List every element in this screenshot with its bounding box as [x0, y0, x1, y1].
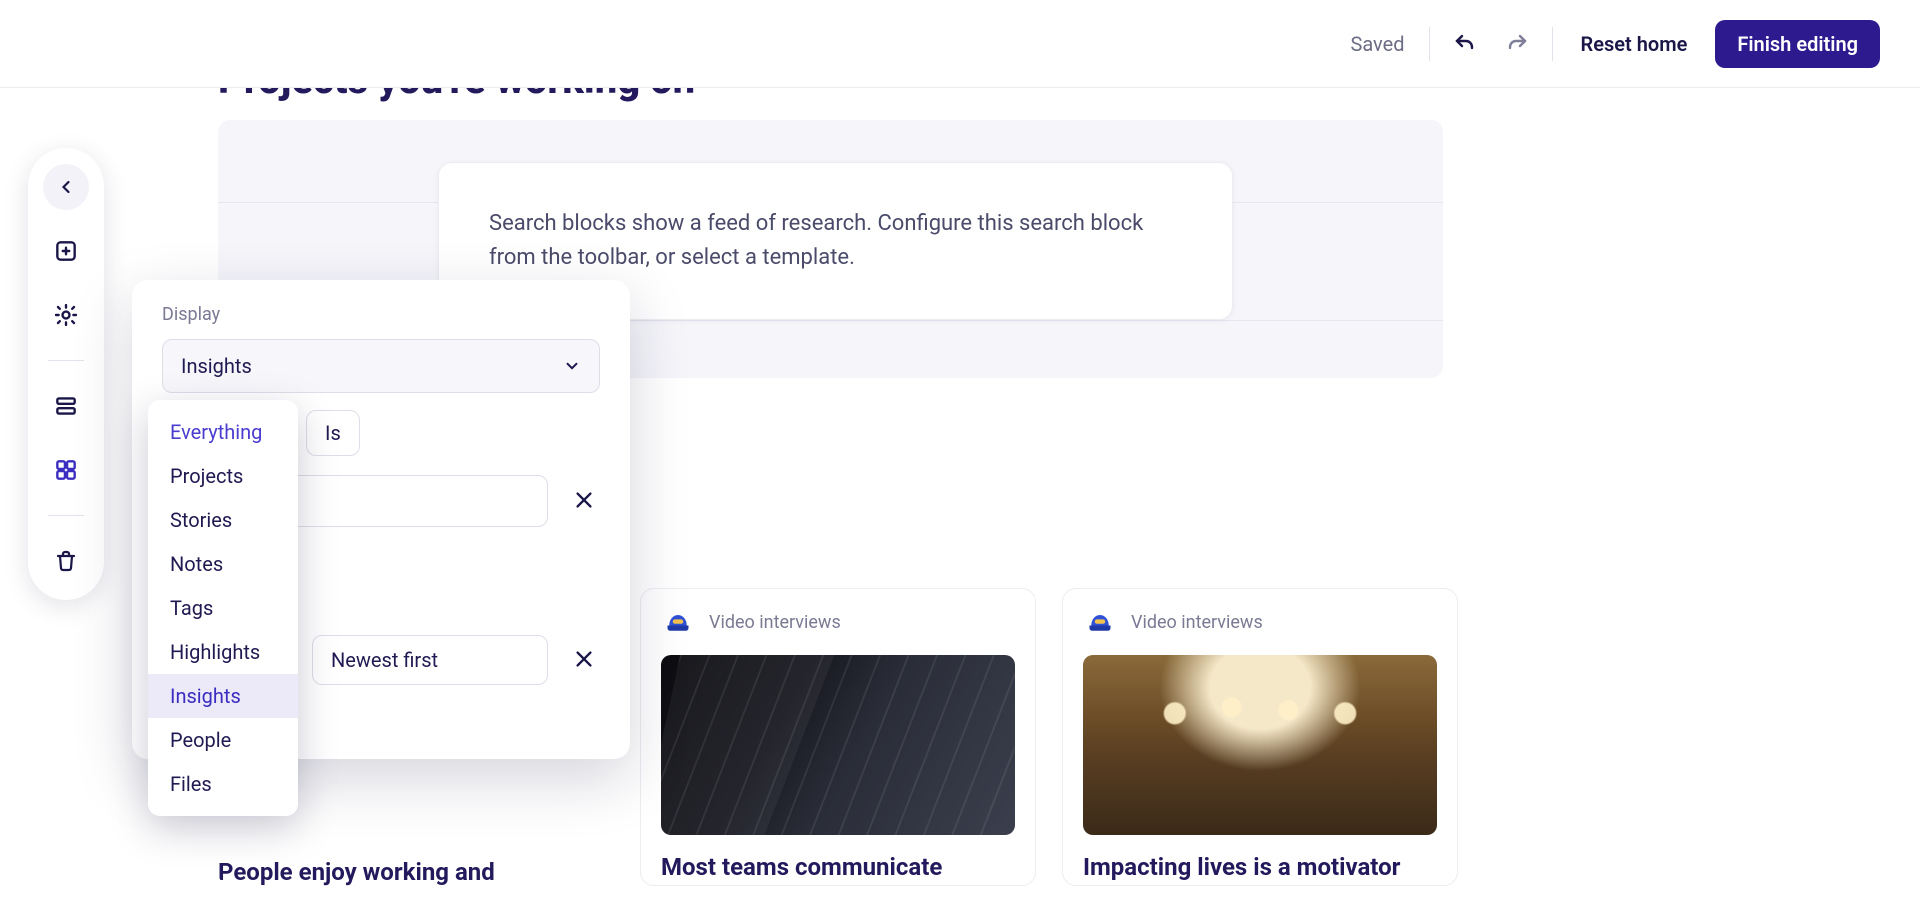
close-icon	[573, 489, 595, 511]
filter-operator-pill[interactable]: Is	[306, 410, 360, 456]
arrow-left-icon	[56, 177, 76, 197]
gear-icon	[53, 302, 79, 328]
topbar: Saved Reset home Finish editing	[0, 0, 1920, 88]
undo-icon	[1453, 32, 1477, 56]
floating-toolbar	[28, 148, 104, 600]
trash-icon	[54, 549, 78, 573]
dropdown-item-highlights[interactable]: Highlights	[148, 630, 298, 674]
project-badge	[661, 605, 695, 639]
toolbar-divider	[48, 515, 84, 516]
help-text: Search blocks show a feed of research. C…	[489, 207, 1182, 275]
sort-order-select[interactable]: Newest first	[312, 635, 548, 685]
toolbar-layout-rows-button[interactable]	[43, 383, 89, 429]
card-category: Video interviews	[709, 612, 841, 633]
card-title: People enjoy working and	[218, 858, 614, 886]
insight-card[interactable]: Video interviews Most teams communicate	[640, 588, 1036, 886]
dropdown-item-stories[interactable]: Stories	[148, 498, 298, 542]
chevron-down-icon	[563, 357, 581, 375]
project-badge	[1083, 605, 1117, 639]
redo-button[interactable]	[1500, 27, 1534, 61]
toolbar-back-button[interactable]	[43, 164, 89, 210]
dropdown-item-people[interactable]: People	[148, 718, 298, 762]
dropdown-item-insights[interactable]: Insights	[148, 674, 298, 718]
dropdown-item-notes[interactable]: Notes	[148, 542, 298, 586]
add-block-icon	[53, 238, 79, 264]
card-title: Most teams communicate	[661, 853, 1015, 881]
saved-status: Saved	[1350, 32, 1404, 56]
card-thumbnail	[661, 655, 1015, 835]
display-dropdown-menu: Everything Projects Stories Notes Tags H…	[148, 400, 298, 816]
toolbar-delete-button[interactable]	[43, 538, 89, 584]
divider	[1552, 27, 1553, 61]
toolbar-settings-button[interactable]	[43, 292, 89, 338]
redo-icon	[1505, 32, 1529, 56]
grid-icon	[53, 457, 79, 483]
display-select[interactable]: Insights	[162, 339, 600, 393]
divider	[1429, 27, 1430, 61]
remove-filter-button[interactable]	[568, 485, 600, 518]
dropdown-item-files[interactable]: Files	[148, 762, 298, 806]
finish-editing-button[interactable]: Finish editing	[1715, 20, 1880, 68]
display-select-value: Insights	[181, 354, 252, 378]
dropdown-item-everything[interactable]: Everything	[148, 410, 298, 454]
helmet-icon	[664, 608, 692, 636]
helmet-icon	[1086, 608, 1114, 636]
remove-sort-button[interactable]	[568, 644, 600, 677]
card-title: Impacting lives is a motivator	[1083, 853, 1437, 881]
display-label: Display	[162, 304, 600, 325]
dropdown-item-projects[interactable]: Projects	[148, 454, 298, 498]
close-icon	[573, 648, 595, 670]
insight-card[interactable]: Video interviews Impacting lives is a mo…	[1062, 588, 1458, 886]
rows-icon	[53, 393, 79, 419]
toolbar-add-block-button[interactable]	[43, 228, 89, 274]
card-thumbnail	[1083, 655, 1437, 835]
toolbar-divider	[48, 360, 84, 361]
undo-button[interactable]	[1448, 27, 1482, 61]
toolbar-layout-grid-button[interactable]	[43, 447, 89, 493]
reset-home-button[interactable]: Reset home	[1571, 24, 1698, 64]
card-category: Video interviews	[1131, 612, 1263, 633]
dropdown-item-tags[interactable]: Tags	[148, 586, 298, 630]
sort-order-value: Newest first	[331, 648, 438, 672]
